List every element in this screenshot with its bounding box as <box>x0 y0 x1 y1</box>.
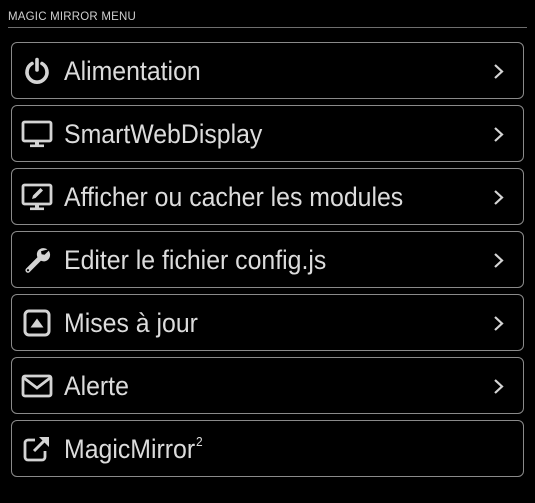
menu-item-afficher-cacher-modules[interactable]: Afficher ou cacher les modules <box>11 168 524 225</box>
menu-item-mises-a-jour[interactable]: Mises à jour <box>11 294 524 351</box>
chevron-right-icon <box>494 379 504 394</box>
envelope-icon <box>21 371 53 401</box>
chevron-right-icon <box>494 316 504 331</box>
desktop-edit-icon <box>21 182 53 212</box>
monitor-icon <box>21 119 53 149</box>
menu-item-editer-config[interactable]: Editer le fichier config.js <box>11 231 524 288</box>
chevron-right-icon <box>494 190 504 205</box>
power-icon <box>21 56 53 86</box>
main-menu: Alimentation SmartWebDisplay Afficher ou… <box>11 42 524 483</box>
menu-item-label: Mises à jour <box>64 308 198 338</box>
menu-item-alimentation[interactable]: Alimentation <box>11 42 524 99</box>
chevron-right-icon <box>494 64 504 79</box>
chevron-right-icon <box>494 253 504 268</box>
menu-item-label: Alimentation <box>64 56 201 86</box>
menu-item-smartwebdisplay[interactable]: SmartWebDisplay <box>11 105 524 162</box>
wrench-icon <box>21 245 53 275</box>
menu-item-label: MagicMirror2 <box>64 421 203 478</box>
menu-item-label: Alerte <box>64 371 129 401</box>
menu-item-magicmirror[interactable]: MagicMirror2 <box>11 420 524 477</box>
upload-square-icon <box>21 308 53 338</box>
menu-item-label: Editer le fichier config.js <box>64 245 327 275</box>
menu-item-alerte[interactable]: Alerte <box>11 357 524 414</box>
chevron-right-icon <box>494 127 504 142</box>
external-link-icon <box>21 434 53 464</box>
superscript: 2 <box>196 434 203 449</box>
menu-item-label-text: MagicMirror <box>64 434 196 464</box>
menu-item-label: SmartWebDisplay <box>64 119 263 149</box>
menu-item-label: Afficher ou cacher les modules <box>64 182 404 212</box>
menu-header: MAGIC MIRROR MENU <box>8 9 527 28</box>
